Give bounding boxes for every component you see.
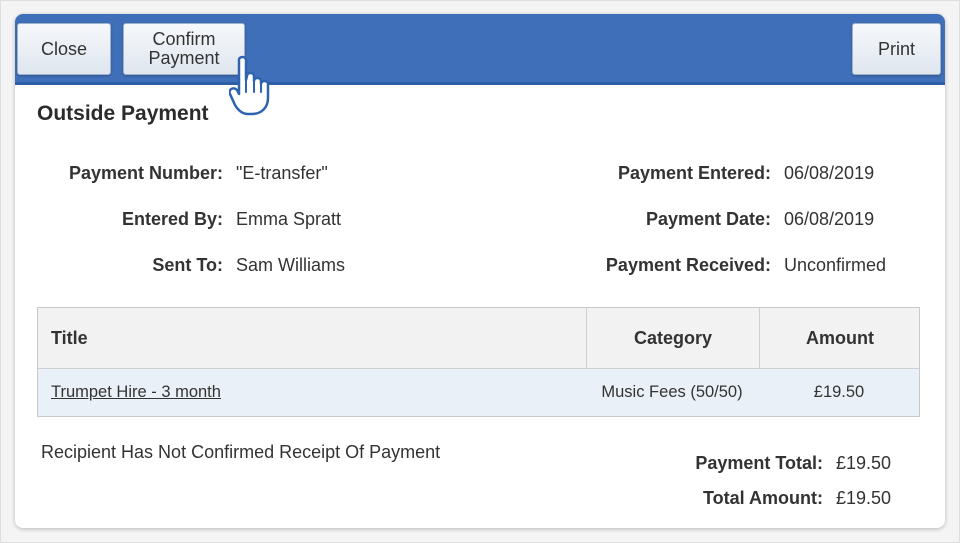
sent-to-value: Sam Williams <box>236 255 346 275</box>
confirm-payment-button[interactable]: Confirm Payment <box>123 23 245 75</box>
payment-date-value: 06/08/2019 <box>784 209 875 229</box>
table-row: Trumpet Hire - 3 month Music Fees (50/50… <box>38 369 919 416</box>
entered-by-value: Emma Spratt <box>236 209 342 229</box>
hand-pointer-icon <box>229 55 270 116</box>
payment-number-label: Payment Number: <box>68 163 223 183</box>
column-header-category: Category <box>586 308 759 368</box>
items-table: Title Category Amount Trumpet Hire - 3 m… <box>37 307 920 417</box>
payment-number-value: "E-transfer" <box>236 163 328 183</box>
item-amount: £19.50 <box>813 383 865 401</box>
sent-to-label: Sent To: <box>152 255 223 275</box>
entered-by-label: Entered By: <box>121 209 223 229</box>
payment-received-label: Payment Received: <box>605 255 771 275</box>
column-header-title: Title <box>51 327 88 348</box>
confirmation-notice: Recipient Has Not Confirmed Receipt Of P… <box>41 442 441 462</box>
column-header-amount: Amount <box>759 308 920 368</box>
item-category: Music Fees (50/50) <box>601 383 743 401</box>
print-button[interactable]: Print <box>852 23 941 75</box>
total-amount-value: £19.50 <box>836 488 892 508</box>
payment-total-label: Payment Total: <box>695 453 823 473</box>
payment-received-value: Unconfirmed <box>784 255 887 275</box>
table-header: Title Category Amount <box>38 308 919 369</box>
total-amount-label: Total Amount: <box>703 488 823 508</box>
section-title: Outside Payment <box>37 102 209 125</box>
item-title-link[interactable]: Trumpet Hire - 3 month <box>51 369 221 416</box>
close-button[interactable]: Close <box>17 23 111 75</box>
toolbar: Close Confirm Payment Print <box>15 14 945 85</box>
payment-entered-label: Payment Entered: <box>617 163 771 183</box>
payment-dialog: Close Confirm Payment Print Outside Paym… <box>15 14 945 528</box>
payment-date-label: Payment Date: <box>645 209 771 229</box>
payment-total-value: £19.50 <box>836 453 892 473</box>
payment-entered-value: 06/08/2019 <box>784 163 875 183</box>
